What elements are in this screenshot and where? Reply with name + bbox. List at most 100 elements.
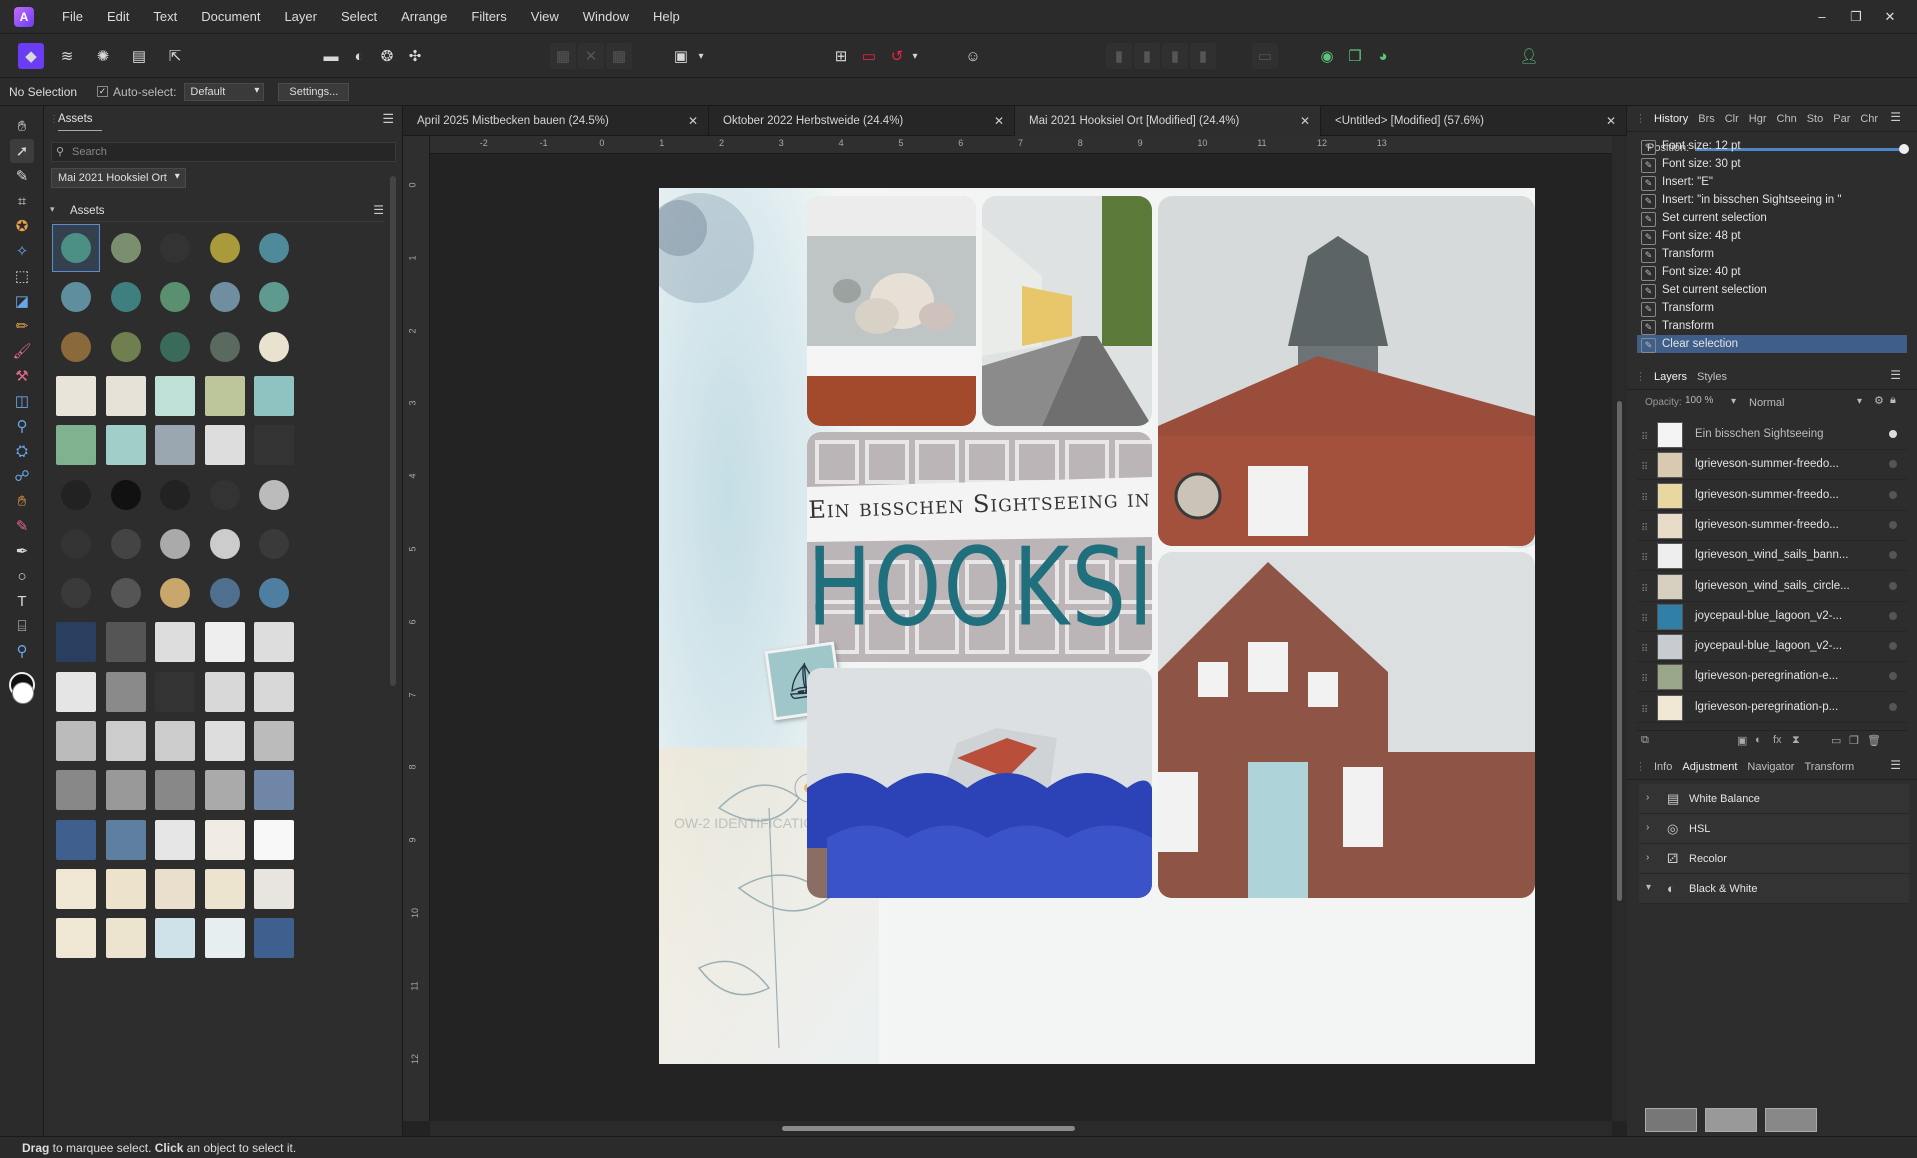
asset-thumbnail[interactable]: [151, 816, 199, 864]
layer-drag-handle-icon[interactable]: ⠿: [1641, 432, 1648, 443]
history-item[interactable]: ✎ Clear selection: [1637, 335, 1907, 353]
history-item[interactable]: ✎ Insert: "E": [1637, 173, 1907, 191]
menu-view[interactable]: View: [519, 0, 571, 34]
asset-thumbnail[interactable]: [52, 323, 100, 371]
photo-church-tower[interactable]: [1158, 196, 1535, 546]
view-zoom-icon[interactable]: ⚲: [10, 639, 34, 663]
smudge-tool-icon[interactable]: ☍: [10, 464, 34, 488]
tab-info[interactable]: Info: [1654, 761, 1672, 773]
asset-thumbnail[interactable]: [52, 668, 100, 716]
photo-street[interactable]: [982, 196, 1152, 426]
asset-thumbnail[interactable]: [151, 372, 199, 420]
grid-frame-icon[interactable]: ▦: [606, 43, 632, 69]
panel-grip-icon[interactable]: ⋮: [1635, 370, 1646, 383]
layer-visibility-icon[interactable]: [1889, 430, 1897, 438]
asset-thumbnail[interactable]: [151, 224, 199, 272]
pages-icon[interactable]: ❐: [1342, 43, 1368, 69]
delete-frame-icon[interactable]: ✕: [578, 43, 604, 69]
asset-thumbnail[interactable]: [250, 717, 298, 765]
asset-thumbnail[interactable]: [52, 471, 100, 519]
history-item[interactable]: ✎ Set current selection: [1637, 209, 1907, 227]
asset-thumbnail[interactable]: [102, 224, 150, 272]
fill-tool-icon[interactable]: ◪: [10, 289, 34, 313]
tab-brs[interactable]: Brs: [1698, 113, 1715, 125]
fill-color-swatch[interactable]: [12, 682, 34, 704]
menu-help[interactable]: Help: [641, 0, 692, 34]
layer-row[interactable]: ⠿ joycepaul-blue_lagoon_v2-...: [1637, 601, 1907, 632]
asset-thumbnail[interactable]: [102, 323, 150, 371]
history-item[interactable]: ✎ Font size: 48 pt: [1637, 227, 1907, 245]
history-item[interactable]: ✎ Transform: [1637, 317, 1907, 335]
layer-drag-handle-icon[interactable]: ⠿: [1641, 553, 1648, 564]
asset-thumbnail[interactable]: [102, 520, 150, 568]
asset-thumbnail[interactable]: [250, 766, 298, 814]
tab-styles[interactable]: Styles: [1697, 371, 1727, 383]
history-item[interactable]: ✎ Insert: "in bisschen Sightseeing in ": [1637, 191, 1907, 209]
chevron-right-icon[interactable]: ›: [1646, 822, 1649, 833]
layer-row[interactable]: ⠿ lgrieveson-summer-freedo...: [1637, 450, 1907, 481]
asset-thumbnail[interactable]: [151, 520, 199, 568]
asset-thumbnail[interactable]: [201, 569, 249, 617]
panel-menu-icon[interactable]: ☰: [1890, 368, 1901, 382]
chevron-down-icon[interactable]: ▾: [1731, 396, 1736, 407]
color-wheel-icon[interactable]: ❂: [374, 43, 400, 69]
asset-thumbnail[interactable]: [102, 471, 150, 519]
magnet-icon[interactable]: ↺: [884, 43, 910, 69]
asset-thumbnail[interactable]: [102, 668, 150, 716]
eraser-tool-icon[interactable]: ◫: [10, 389, 34, 413]
asset-thumbnail[interactable]: [201, 668, 249, 716]
layer-visibility-icon[interactable]: [1889, 642, 1897, 651]
asset-thumbnail[interactable]: [250, 224, 298, 272]
assets-scrollbar[interactable]: [390, 176, 396, 706]
panel-menu-icon[interactable]: ☰: [1890, 110, 1901, 124]
asset-thumbnail[interactable]: [102, 421, 150, 469]
chevron-down-icon[interactable]: ▾: [694, 43, 708, 69]
asset-thumbnail[interactable]: [151, 865, 199, 913]
bw-preset-thumb[interactable]: [1765, 1108, 1817, 1132]
bw-preset-thumb[interactable]: [1705, 1108, 1757, 1132]
gear-icon[interactable]: ⚙: [1874, 394, 1884, 407]
minimize-icon[interactable]: –: [1805, 0, 1839, 34]
asset-thumbnail[interactable]: [151, 569, 199, 617]
adjustment-item[interactable]: › ▤ White Balance: [1639, 784, 1909, 814]
tab-sto[interactable]: Sto: [1807, 113, 1824, 125]
asset-thumbnail[interactable]: [250, 421, 298, 469]
brush-tool-icon[interactable]: 🖌︎: [10, 339, 34, 363]
layer-row[interactable]: ⠿ joycepaul-blue_lagoon_v2-...: [1637, 632, 1907, 663]
lock-icon[interactable]: 🔒︎: [1890, 394, 1896, 407]
arrange-forward-icon[interactable]: ▮: [1134, 43, 1160, 69]
chevron-down-icon[interactable]: ▾: [1646, 882, 1651, 893]
menu-edit[interactable]: Edit: [95, 0, 141, 34]
asset-thumbnail[interactable]: [201, 717, 249, 765]
asset-thumbnail[interactable]: [52, 520, 100, 568]
move-tool-icon[interactable]: ➚: [10, 139, 34, 163]
panel-grip-icon[interactable]: ⋮: [1635, 112, 1646, 125]
layer-visibility-icon[interactable]: [1889, 490, 1897, 499]
asset-thumbnail[interactable]: [102, 372, 150, 420]
asset-thumbnail[interactable]: [250, 618, 298, 666]
document-tab[interactable]: Oktober 2022 Herbstweide (24.4%) ✕: [709, 106, 1015, 136]
mask-icon[interactable]: ▣: [1737, 734, 1747, 747]
asset-thumbnail[interactable]: [250, 372, 298, 420]
asset-thumbnail[interactable]: [201, 224, 249, 272]
publisher-persona-icon[interactable]: ◆: [18, 43, 44, 69]
history-item[interactable]: ✎ Transform: [1637, 299, 1907, 317]
layer-add-icon[interactable]: ⧉: [1641, 734, 1649, 747]
asset-thumbnail[interactable]: [250, 323, 298, 371]
hourglass-icon[interactable]: ⧗: [1792, 734, 1800, 747]
asset-thumbnail[interactable]: [52, 569, 100, 617]
trash-icon[interactable]: 🗑︎: [1867, 734, 1881, 747]
asset-thumbnail[interactable]: [201, 372, 249, 420]
table-tool-icon[interactable]: ⌸: [10, 614, 34, 638]
tab-chr[interactable]: Chr: [1860, 113, 1878, 125]
tab-navigator[interactable]: Navigator: [1747, 761, 1794, 773]
tab-adjustment[interactable]: Adjustment: [1682, 761, 1737, 773]
asset-thumbnail[interactable]: [201, 816, 249, 864]
asset-thumbnail[interactable]: [151, 717, 199, 765]
photo-shells[interactable]: [807, 196, 976, 426]
document-tab[interactable]: <Untitled> [Modified] (57.6%) ✕: [1321, 106, 1627, 136]
tab-layers[interactable]: Layers: [1654, 371, 1687, 383]
asset-thumbnail[interactable]: [52, 372, 100, 420]
tab-assets[interactable]: Assets: [58, 113, 93, 125]
layer-row[interactable]: ⠿ lgrieveson-summer-freedo...: [1637, 480, 1907, 511]
